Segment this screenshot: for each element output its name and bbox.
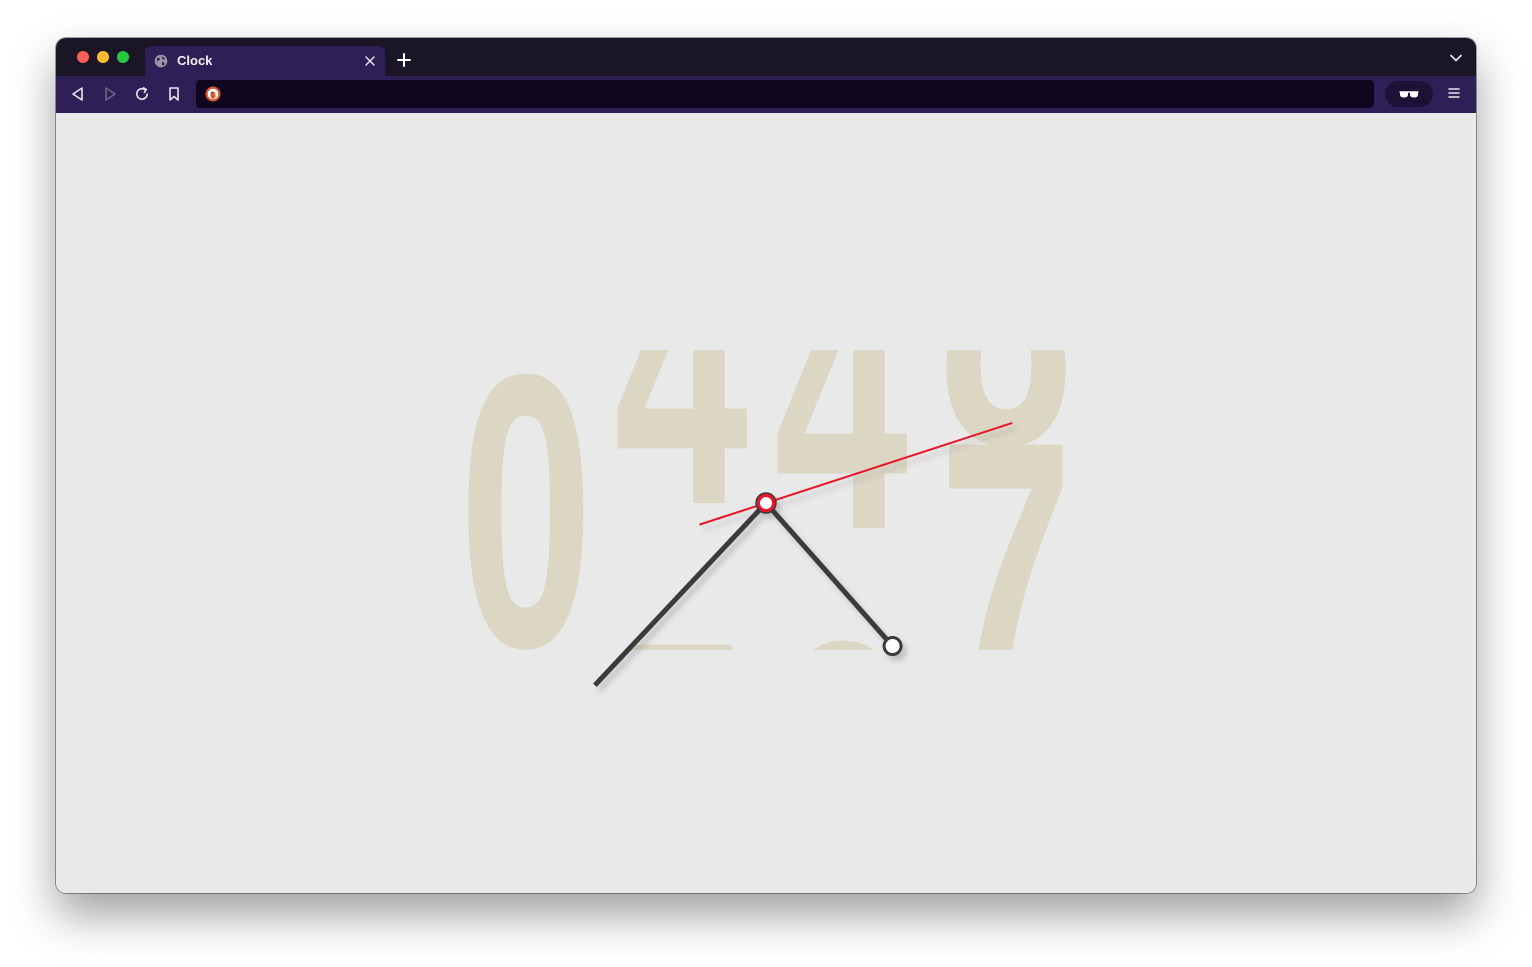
hour-ones-next-digit: 5: [614, 560, 748, 893]
reload-icon[interactable]: [133, 85, 151, 103]
clock-face: 0 5 4 3 4 8 7: [459, 150, 1073, 893]
hour-ones-current-digit: 4: [614, 150, 750, 586]
address-bar[interactable]: [196, 80, 1374, 108]
duckduckgo-icon: [205, 86, 221, 102]
forward-icon[interactable]: [101, 85, 119, 103]
page-content: 0 5 4 3 4 8 7: [56, 113, 1476, 893]
minute-tens-current-digit: 4: [774, 175, 910, 611]
globe-icon: [154, 54, 168, 68]
close-window-button[interactable]: [77, 51, 89, 63]
hour-hand-tip: [882, 636, 903, 657]
tab-clock[interactable]: Clock: [145, 46, 385, 76]
minimize-window-button[interactable]: [97, 51, 109, 63]
browser-window: Clock 0 5 4 3 4 8 7: [56, 38, 1476, 893]
menu-icon[interactable]: [1447, 86, 1461, 100]
hour-tens-digit: 0: [459, 293, 593, 729]
tab-bar: Clock: [56, 38, 1476, 76]
hands-pivot: [756, 493, 776, 513]
bookmark-icon[interactable]: [165, 85, 183, 103]
close-tab-icon[interactable]: [361, 52, 379, 70]
new-tab-icon[interactable]: [396, 52, 412, 68]
chevron-down-icon[interactable]: [1450, 54, 1462, 62]
tab-title: Clock: [177, 53, 213, 68]
nav-toolbar: [56, 76, 1476, 113]
zoom-window-button[interactable]: [117, 51, 129, 63]
reader-mode-button[interactable]: [1385, 81, 1433, 107]
back-icon[interactable]: [69, 85, 87, 103]
sunglasses-icon: [1399, 91, 1419, 98]
